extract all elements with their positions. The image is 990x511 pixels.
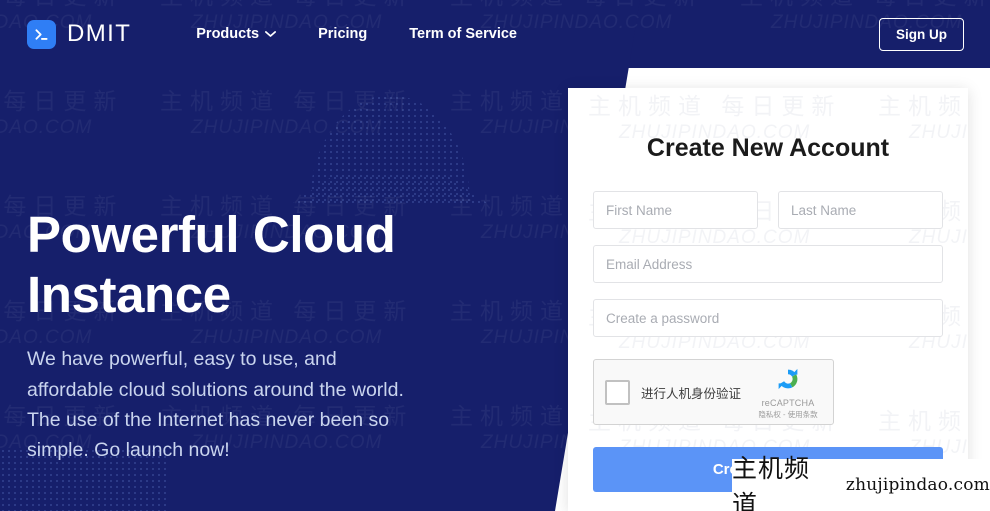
sign-up-button[interactable]: Sign Up xyxy=(879,17,964,51)
brand-name: DMIT xyxy=(67,20,132,47)
hero-title-line-1: Powerful Cloud xyxy=(27,206,396,263)
recaptcha-icon xyxy=(751,366,825,397)
page-root: 主机频道 每日更新ZHUJIPINDAO.COM主机频道 每日更新ZHUJIPI… xyxy=(0,0,990,511)
recaptcha-brand: reCAPTCHA 隐私权 - 使用条款 xyxy=(751,366,825,420)
hero-title: Powerful Cloud Instance xyxy=(27,205,447,324)
recaptcha-checkbox[interactable] xyxy=(605,379,630,405)
email-input[interactable] xyxy=(593,245,943,283)
watermark-text-cn: 主机频道 每日更新 xyxy=(878,93,968,119)
hero-subtitle: We have powerful, easy to use, and affor… xyxy=(27,348,404,461)
password-input[interactable] xyxy=(593,299,943,337)
terminal-prompt-icon xyxy=(27,19,56,49)
corner-watermark-cn: 主机频道 xyxy=(732,455,811,511)
top-navigation-bar: DMIT Products Pricing Term of Service Si… xyxy=(0,0,990,68)
name-row xyxy=(593,191,943,229)
nav-links: Products Pricing Term of Service xyxy=(196,26,517,42)
recaptcha-terms[interactable]: 隐私权 - 使用条款 xyxy=(751,409,825,420)
first-name-input[interactable] xyxy=(593,191,758,229)
brand-logo-group[interactable]: DMIT xyxy=(27,19,132,49)
recaptcha-brand-name: reCAPTCHA xyxy=(761,398,815,408)
signup-card: 主机频道 每日更新ZHUJIPINDAO.COM主机频道 每日更新ZHUJIPI… xyxy=(568,88,968,511)
nav-item-pricing-label: Pricing xyxy=(318,26,368,42)
signup-form: 进行人机身份验证 reCAPTCHA 隐私权 - 使用条款 xyxy=(593,191,943,425)
hero-copy: Powerful Cloud Instance We have powerful… xyxy=(27,205,447,465)
nav-item-products[interactable]: Products xyxy=(196,26,277,42)
nav-item-products-label: Products xyxy=(196,26,260,42)
hero-title-line-2: Instance xyxy=(27,265,231,323)
watermark-text-cn: 主机频道 每日更新 xyxy=(588,93,842,119)
last-name-input[interactable] xyxy=(778,191,943,229)
corner-watermark-en: zhujipindao.com xyxy=(845,475,990,495)
card-title: Create New Account xyxy=(646,134,890,162)
nav-item-term-of-service[interactable]: Term of Service xyxy=(409,26,517,42)
recaptcha-label: 进行人机身份验证 xyxy=(641,386,742,401)
recaptcha-widget[interactable]: 进行人机身份验证 reCAPTCHA 隐私权 - 使用条款 xyxy=(593,359,834,425)
chevron-down-icon xyxy=(265,26,277,42)
corner-watermark: 主机频道 zhujipindao.com xyxy=(732,455,990,511)
nav-item-pricing[interactable]: Pricing xyxy=(318,26,367,42)
nav-item-term-of-service-label: Term of Service xyxy=(409,26,517,42)
